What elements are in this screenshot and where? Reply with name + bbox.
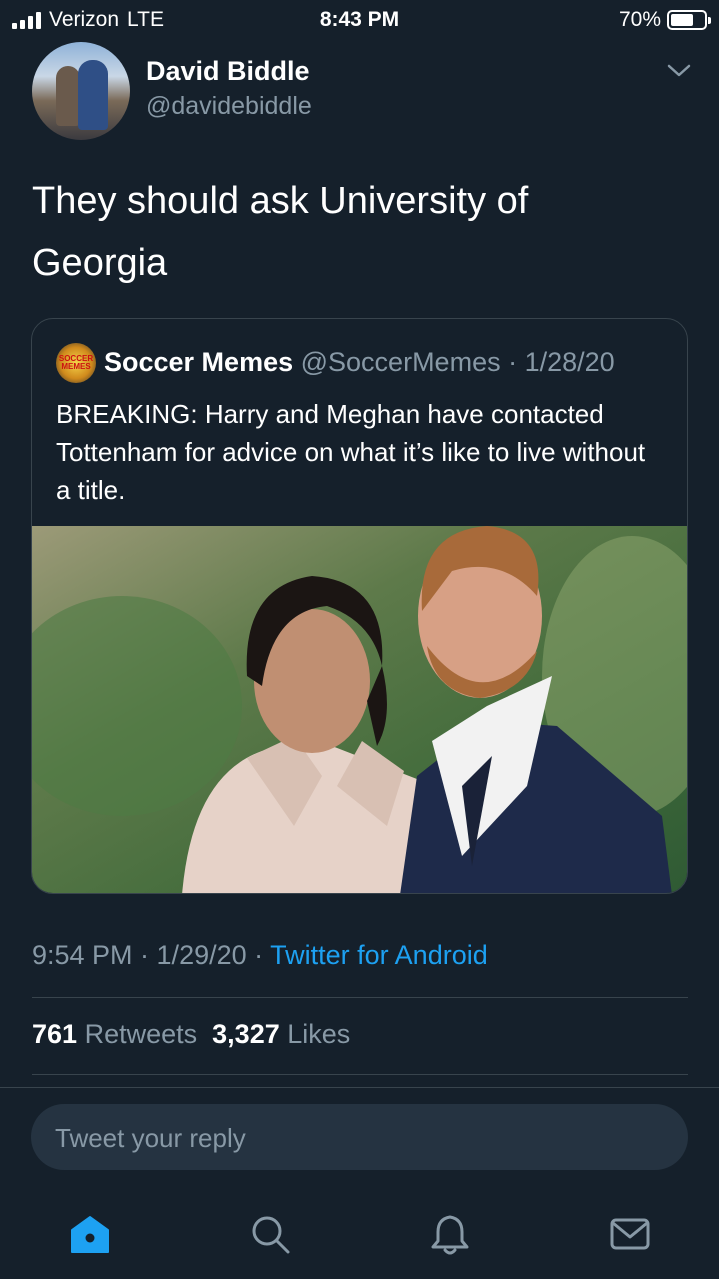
battery-icon (667, 10, 711, 30)
source-link[interactable]: Twitter for Android (270, 940, 488, 970)
reply-input[interactable]: Tweet your reply (31, 1104, 688, 1170)
tweet-text: They should ask University of Georgia (32, 180, 529, 284)
tab-bar (0, 1190, 719, 1279)
retweets-count[interactable]: 761 (32, 1019, 77, 1049)
status-bar: Verizon LTE 8:43 PM 70% (0, 0, 719, 40)
divider (32, 997, 688, 998)
home-icon[interactable] (68, 1212, 112, 1256)
quoted-author-meta: @SoccerMemes · 1/28/20 (300, 347, 615, 377)
quoted-tweet-card[interactable]: SOCCER MEMES Soccer Memes @SoccerMemes ·… (31, 318, 688, 894)
likes-count[interactable]: 3,327 (212, 1019, 280, 1049)
status-time: 8:43 PM (319, 8, 400, 31)
likes-label[interactable]: Likes (287, 1019, 350, 1049)
messages-icon[interactable] (608, 1212, 652, 1256)
quoted-author-name[interactable]: Soccer Memes (104, 347, 293, 377)
author-avatar[interactable] (32, 42, 130, 140)
battery-percent: 70% (618, 8, 661, 31)
author-name[interactable]: David Biddle (146, 56, 310, 87)
timestamp-text: 9:54 PM · 1/29/20 · (32, 940, 271, 970)
tweet-detail-screen: Verizon LTE 8:43 PM 70% David Biddle @da… (0, 0, 719, 1279)
notifications-icon[interactable] (428, 1212, 472, 1256)
retweets-label[interactable]: Retweets (85, 1019, 198, 1049)
divider (32, 1074, 688, 1075)
author-handle[interactable]: @davidebiddle (146, 92, 312, 121)
quoted-tweet-text: BREAKING: Harry and Meghan have contacte… (56, 399, 646, 505)
tweet-timestamp: 9:54 PM · 1/29/20 · Twitter for Android (32, 940, 488, 971)
status-right: 70% (618, 8, 711, 32)
quoted-tweet-header: Soccer Memes @SoccerMemes · 1/28/20 (104, 347, 615, 378)
quoted-tweet-photo[interactable] (32, 526, 688, 894)
tweet-stats: 761 Retweets 3,327 Likes (32, 1019, 350, 1050)
quoted-author-avatar[interactable]: SOCCER MEMES (56, 343, 96, 383)
search-icon[interactable] (248, 1212, 292, 1256)
divider (0, 1087, 719, 1088)
chevron-down-icon[interactable] (666, 60, 692, 80)
